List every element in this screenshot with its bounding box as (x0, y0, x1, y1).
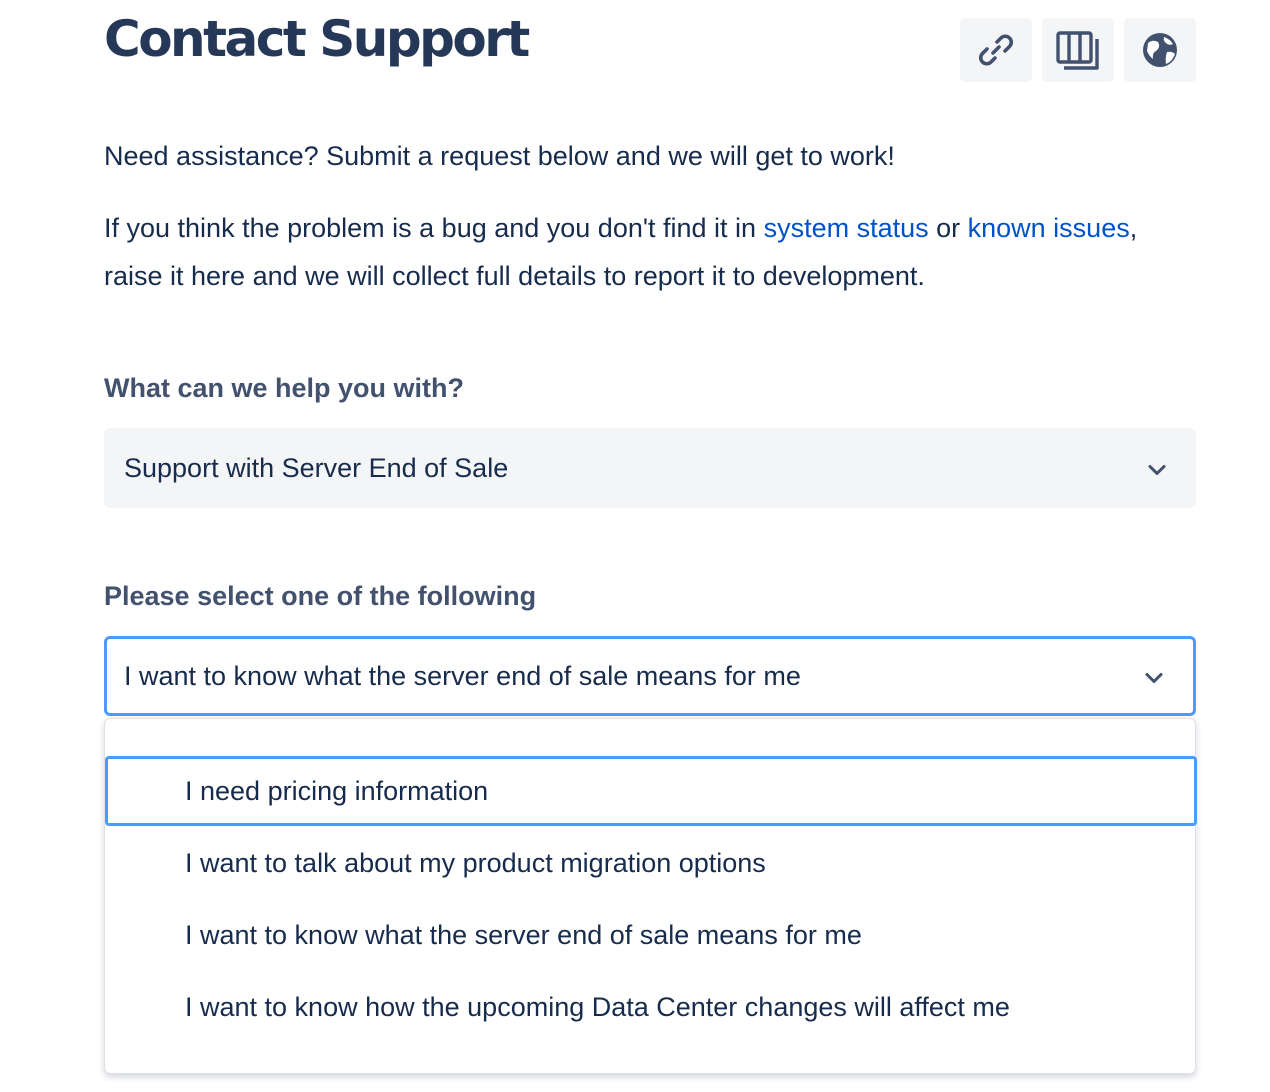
language-button[interactable] (1124, 18, 1196, 82)
known-issues-link[interactable]: known issues (968, 213, 1130, 243)
option-label: I need pricing information (185, 775, 489, 806)
columns-icon (1056, 30, 1100, 70)
dropdown-option-pricing[interactable]: I need pricing information (105, 756, 1197, 826)
bug-text-start: If you think the problem is a bug and yo… (104, 213, 764, 243)
topic-dropdown-menu: I need pricing information I want to tal… (104, 718, 1197, 1074)
option-label: I want to know what the server end of sa… (185, 919, 862, 950)
system-status-link[interactable]: system status (764, 213, 929, 243)
bug-text-or: or (928, 213, 968, 243)
help-field-label: What can we help you with? (104, 373, 465, 403)
bug-report-text: If you think the problem is a bug and yo… (104, 204, 1194, 300)
globe-icon (1140, 30, 1180, 70)
request-type-value: Support with Server End of Sale (124, 452, 509, 483)
option-label: I want to talk about my product migratio… (185, 847, 766, 878)
topic-select[interactable]: I want to know what the server end of sa… (104, 636, 1196, 716)
chevron-down-icon (1148, 453, 1166, 484)
topic-select-value: I want to know what the server end of sa… (124, 660, 801, 691)
chevron-down-icon (1145, 661, 1163, 692)
option-label: I want to know how the upcoming Data Cen… (185, 991, 1010, 1022)
intro-text: Need assistance? Submit a request below … (104, 141, 895, 171)
dropdown-option-end-of-sale[interactable]: I want to know what the server end of sa… (105, 900, 1197, 970)
columns-button[interactable] (1042, 18, 1114, 82)
link-icon (976, 30, 1016, 70)
page-title: Contact Support (104, 10, 530, 68)
dropdown-option-migration[interactable]: I want to talk about my product migratio… (105, 828, 1197, 898)
dropdown-option-data-center[interactable]: I want to know how the upcoming Data Cen… (105, 972, 1197, 1042)
copy-link-button[interactable] (960, 18, 1032, 82)
select-field-label: Please select one of the following (104, 581, 537, 611)
request-type-select[interactable]: Support with Server End of Sale (104, 428, 1196, 508)
